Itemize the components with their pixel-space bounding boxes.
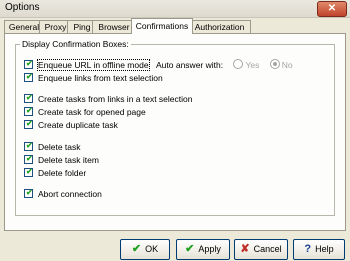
confirmation-boxes-group: Display Confirmation Boxes: ✔ Enqueue URL… xyxy=(15,39,335,216)
auto-answer-row: Auto answer with: Yes No xyxy=(156,59,293,71)
checkbox-delete-task[interactable]: ✔ Delete task xyxy=(24,141,81,153)
auto-answer-label: Auto answer with: xyxy=(156,60,224,70)
radio-no[interactable] xyxy=(269,59,280,69)
check-icon: ✔ xyxy=(26,167,33,176)
checkbox-label: Create duplicate task xyxy=(38,120,118,130)
checkbox-label: Create task for opened page xyxy=(38,107,146,117)
checkbox-box[interactable]: ✔ xyxy=(24,120,33,129)
checkbox-create-task-opened-page[interactable]: ✔ Create task for opened page xyxy=(24,106,146,118)
checkbox-box[interactable]: ✔ xyxy=(24,189,33,198)
checkbox-label: Delete task item xyxy=(38,155,99,165)
title-bar: Options ✕ xyxy=(0,0,350,18)
checkbox-box[interactable]: ✔ xyxy=(24,168,33,177)
apply-label: Apply xyxy=(198,244,221,254)
help-button[interactable]: ? Help xyxy=(293,239,345,260)
checkbox-label: Enqueue links from text selection xyxy=(38,73,163,83)
tab-general[interactable]: General xyxy=(4,20,44,33)
check-icon: ✔ xyxy=(26,106,33,115)
window-title: Options xyxy=(5,2,40,13)
cancel-label: Cancel xyxy=(253,244,282,254)
checkbox-box[interactable]: ✔ xyxy=(24,94,33,103)
checkbox-abort-connection[interactable]: ✔ Abort connection xyxy=(24,188,102,200)
ok-label: OK xyxy=(145,244,159,254)
checkbox-box[interactable]: ✔ xyxy=(24,142,33,151)
checkbox-delete-task-item[interactable]: ✔ Delete task item xyxy=(24,154,99,166)
apply-button[interactable]: ✔ Apply xyxy=(176,239,230,260)
tab-browser[interactable]: Browser xyxy=(92,20,136,33)
checkbox-create-tasks-from-links[interactable]: ✔ Create tasks from links in a text selec… xyxy=(24,93,192,105)
check-icon: ✔ xyxy=(26,188,33,197)
cross-icon: ✘ xyxy=(240,243,250,255)
check-icon: ✔ xyxy=(26,93,33,102)
checkbox-enqueue-links[interactable]: ✔ Enqueue links from text selection xyxy=(24,72,163,84)
checkbox-box[interactable]: ✔ xyxy=(24,107,33,116)
check-icon: ✔ xyxy=(26,59,33,68)
tab-strip: General Proxy Ping Browser Confirmations… xyxy=(4,18,346,34)
checkbox-box[interactable]: ✔ xyxy=(24,73,33,82)
cancel-button[interactable]: ✘ Cancel xyxy=(234,239,288,260)
checkbox-label: Abort connection xyxy=(38,189,102,199)
ok-button[interactable]: ✔ OK xyxy=(120,239,170,260)
checkbox-box[interactable]: ✔ xyxy=(24,155,33,164)
close-button[interactable]: ✕ xyxy=(317,1,347,17)
checkbox-label: Create tasks from links in a text select… xyxy=(38,94,193,104)
options-window: Options ✕ General Proxy Ping Browser Con… xyxy=(0,0,350,261)
check-icon: ✔ xyxy=(185,243,195,255)
confirmations-panel: Display Confirmation Boxes: ✔ Enqueue URL… xyxy=(4,33,346,231)
check-icon: ✔ xyxy=(26,72,33,81)
close-icon: ✕ xyxy=(327,3,337,14)
checkbox-label: Delete task xyxy=(38,142,81,152)
checkbox-label: Delete folder xyxy=(38,168,87,178)
checkbox-delete-folder[interactable]: ✔ Delete folder xyxy=(24,167,86,179)
help-label: Help xyxy=(315,244,334,254)
radio-no-label: No xyxy=(281,60,293,70)
checkbox-enqueue-offline[interactable]: ✔ Enqueue URL in offline mode xyxy=(24,59,150,71)
check-icon: ✔ xyxy=(26,141,33,150)
check-icon: ✔ xyxy=(131,243,142,255)
check-icon: ✔ xyxy=(26,119,33,128)
checkbox-create-duplicate-task[interactable]: ✔ Create duplicate task xyxy=(24,119,118,131)
check-icon: ✔ xyxy=(26,154,33,163)
radio-yes[interactable] xyxy=(233,59,244,69)
question-icon: ? xyxy=(304,243,312,255)
radio-yes-label: Yes xyxy=(245,60,260,70)
tab-confirmations[interactable]: Confirmations xyxy=(131,18,193,34)
button-bar: ✔ OK ✔ Apply ✘ Cancel ? Help xyxy=(0,233,350,261)
tab-authorization[interactable]: Authorization xyxy=(188,20,251,33)
group-legend: Display Confirmation Boxes: xyxy=(20,39,131,49)
checkbox-box[interactable]: ✔ xyxy=(24,60,33,69)
checkbox-label: Enqueue URL in offline mode xyxy=(37,59,150,71)
